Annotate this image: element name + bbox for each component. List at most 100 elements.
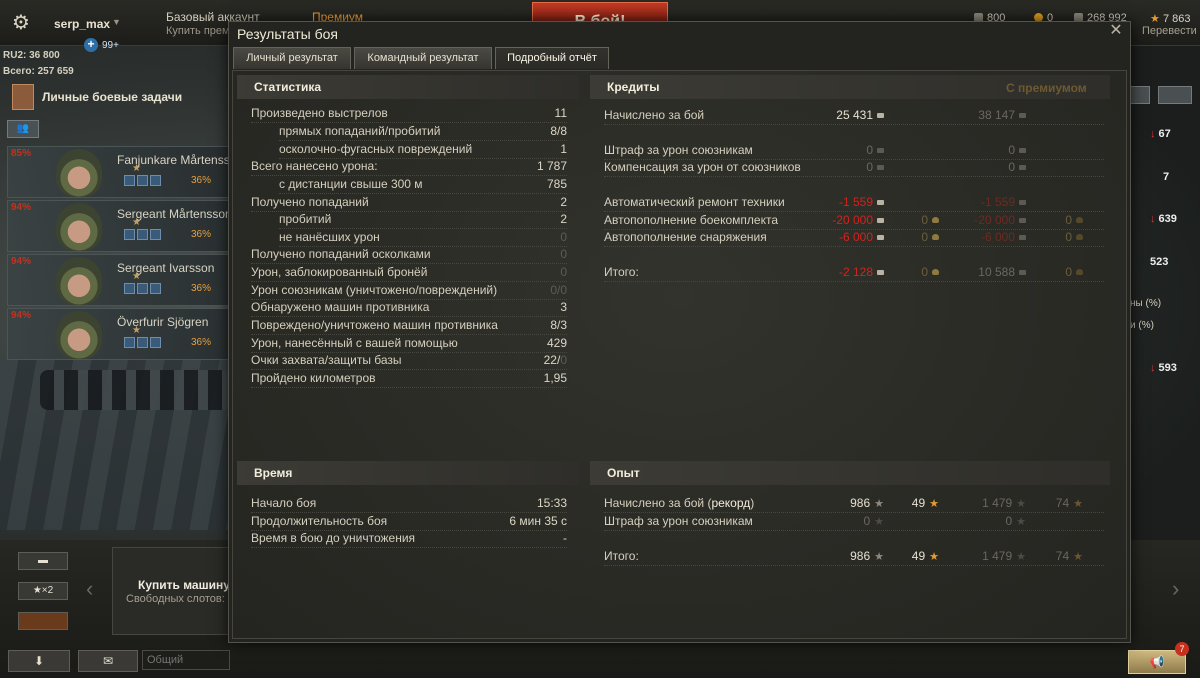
credits-value-text: -2 128 bbox=[838, 265, 873, 279]
premium-free-xp-value: 74 ★ bbox=[1056, 496, 1083, 510]
xp-star-icon: ★ bbox=[1016, 498, 1026, 510]
stat-value-text: 3 bbox=[560, 300, 567, 314]
param-label: и (%) bbox=[1130, 320, 1154, 331]
row-divider bbox=[604, 176, 1104, 177]
tab-detailed[interactable]: Подробный отчёт bbox=[495, 47, 609, 69]
tab-team[interactable]: Командный результат bbox=[354, 47, 492, 69]
stat-row: Очки захвата/защиты базы 22/0 bbox=[251, 353, 567, 370]
param-value: 523 bbox=[1150, 256, 1169, 268]
stat-row: Всего нанесено урона: 1 787 bbox=[251, 159, 567, 176]
stat-value-text: 2 bbox=[560, 195, 567, 209]
record-label: рекорд bbox=[711, 496, 751, 510]
premium-credits-value: -6 000 bbox=[981, 230, 1026, 244]
xp-value: 986 ★ bbox=[850, 496, 884, 510]
stat-value: 0 bbox=[560, 247, 567, 261]
tank-view-button[interactable] bbox=[1158, 86, 1192, 104]
row-divider bbox=[251, 122, 567, 123]
xp-star-icon: ★ bbox=[1150, 13, 1160, 25]
stat-label: не нанёсших урон bbox=[279, 230, 380, 244]
credits-value: -6 000 bbox=[839, 230, 884, 244]
crew-bonus-button[interactable]: ★×2 bbox=[18, 582, 68, 600]
carousel-left-arrow-icon[interactable]: ‹ bbox=[86, 576, 93, 602]
chevron-down-icon[interactable]: ▼ bbox=[112, 17, 121, 27]
credits-icon bbox=[1019, 165, 1026, 170]
stat-value: 1 787 bbox=[537, 159, 567, 173]
stat-value: 429 bbox=[547, 336, 567, 350]
carousel-right-arrow-icon[interactable]: › bbox=[1172, 576, 1179, 602]
premium-column-header: С премиумом bbox=[1006, 81, 1087, 95]
premium-gold-value-text: 0 bbox=[1065, 213, 1072, 227]
tab-personal[interactable]: Личный результат bbox=[233, 47, 351, 69]
premium-credits-value: -20 000 bbox=[974, 213, 1026, 227]
row-divider bbox=[251, 316, 567, 317]
download-icon[interactable]: ⬇ bbox=[8, 650, 70, 672]
free-xp-value-text: 49 bbox=[911, 549, 926, 563]
convert-button[interactable]: Перевести bbox=[1142, 25, 1197, 37]
tank-type-button[interactable] bbox=[18, 612, 68, 630]
chat-input[interactable] bbox=[142, 650, 230, 670]
stat-value: 1,95 bbox=[544, 371, 567, 385]
personal-missions-button[interactable]: Личные боевые задачи bbox=[10, 84, 230, 112]
username[interactable]: serp_max bbox=[54, 17, 110, 31]
credits-value-text: -6 000 bbox=[838, 230, 873, 244]
stat-value: 11 bbox=[555, 106, 567, 120]
add-friend-icon[interactable]: + bbox=[84, 38, 98, 52]
chat-icon[interactable]: ✉ bbox=[78, 650, 138, 672]
crew-toggle-button[interactable]: 👥 bbox=[7, 120, 39, 138]
crew-training-pct: 94% bbox=[11, 202, 32, 213]
credits-icon bbox=[877, 218, 884, 223]
hangar-tank-tracks bbox=[40, 370, 230, 410]
gear-icon[interactable]: ⚙ bbox=[8, 10, 34, 36]
xp-star-icon: ★ bbox=[874, 498, 884, 510]
xp-star-icon: ★ bbox=[874, 516, 884, 528]
credits-value: 25 431 bbox=[836, 108, 884, 122]
tank-filter-button[interactable]: ▬ bbox=[18, 552, 68, 570]
crew-member[interactable]: 94% Sergeant Ivarsson ★ 36% bbox=[7, 254, 229, 306]
xp-star-icon: ★ bbox=[874, 551, 884, 563]
close-icon[interactable]: ✕ bbox=[1108, 23, 1124, 39]
credits-icon bbox=[1019, 113, 1026, 118]
crew-member[interactable]: 94% Överfurir Sjögren ★ 36% bbox=[7, 308, 229, 360]
stat-row: Получено попаданий осколками 0 bbox=[251, 247, 567, 264]
stat-label: с дистанции свыше 300 м bbox=[279, 177, 423, 191]
row-divider bbox=[604, 246, 1104, 247]
dialog-title: Результаты боя bbox=[237, 26, 339, 42]
stat-value-text: 0 bbox=[560, 247, 567, 261]
xp-label-text: Итого: bbox=[604, 549, 639, 563]
stat-row: Получено попаданий 2 bbox=[251, 195, 567, 212]
stat-value-text: 1 787 bbox=[536, 159, 567, 173]
premium-credits-value-text: 38 147 bbox=[978, 108, 1015, 122]
stat-row: пробитий 2 bbox=[279, 212, 567, 229]
gold-value-text: 0 bbox=[921, 230, 928, 244]
crew-member[interactable]: 94% Sergeant Mårtensson ★ 36% bbox=[7, 200, 232, 252]
credit-label: Начислено за бой bbox=[604, 108, 705, 122]
time-value: 15:33 bbox=[536, 496, 567, 510]
premium-free-xp-value: 74 ★ bbox=[1056, 549, 1083, 563]
buy-premium-link[interactable]: Купить премиум bbox=[166, 25, 228, 37]
credits-value: 0 bbox=[866, 160, 884, 174]
credits-icon bbox=[1019, 200, 1026, 205]
stat-value: 22/0 bbox=[544, 353, 567, 367]
stat-row: с дистанции свыше 300 м 785 bbox=[279, 177, 567, 194]
dialog-content: Статистика Произведено выстрелов 11 прямых… bbox=[232, 70, 1127, 639]
stat-row: Повреждено/уничтожено машин противника 8/… bbox=[251, 318, 567, 335]
credits-icon bbox=[877, 165, 884, 170]
premium-gold-value: 0 bbox=[1065, 265, 1083, 279]
credit-row: Компенсация за урон от союзников bbox=[604, 160, 1104, 177]
stat-value: 0 bbox=[560, 265, 567, 279]
personal-missions-label: Личные боевые задачи bbox=[42, 90, 183, 104]
xp-counter: ★ 7 863 bbox=[1150, 13, 1191, 25]
total-online: Всего: 257 659 bbox=[3, 66, 74, 77]
premium-credits-value-text: 0 bbox=[1008, 160, 1015, 174]
stat-value: 8/8 bbox=[550, 124, 567, 138]
credits-icon bbox=[877, 200, 884, 205]
time-value: - bbox=[563, 531, 567, 545]
filter-button[interactable] bbox=[1128, 86, 1150, 104]
credits-icon bbox=[1019, 235, 1026, 240]
row-divider bbox=[251, 512, 567, 513]
row-divider bbox=[604, 530, 1104, 531]
crew-member[interactable]: 85% Fanjunkare Mårtensson ★ 36% bbox=[7, 146, 243, 198]
row-divider bbox=[251, 334, 567, 335]
premium-xp-value: 1 479 ★ bbox=[982, 549, 1026, 563]
stat-value-text: 429 bbox=[546, 336, 567, 350]
